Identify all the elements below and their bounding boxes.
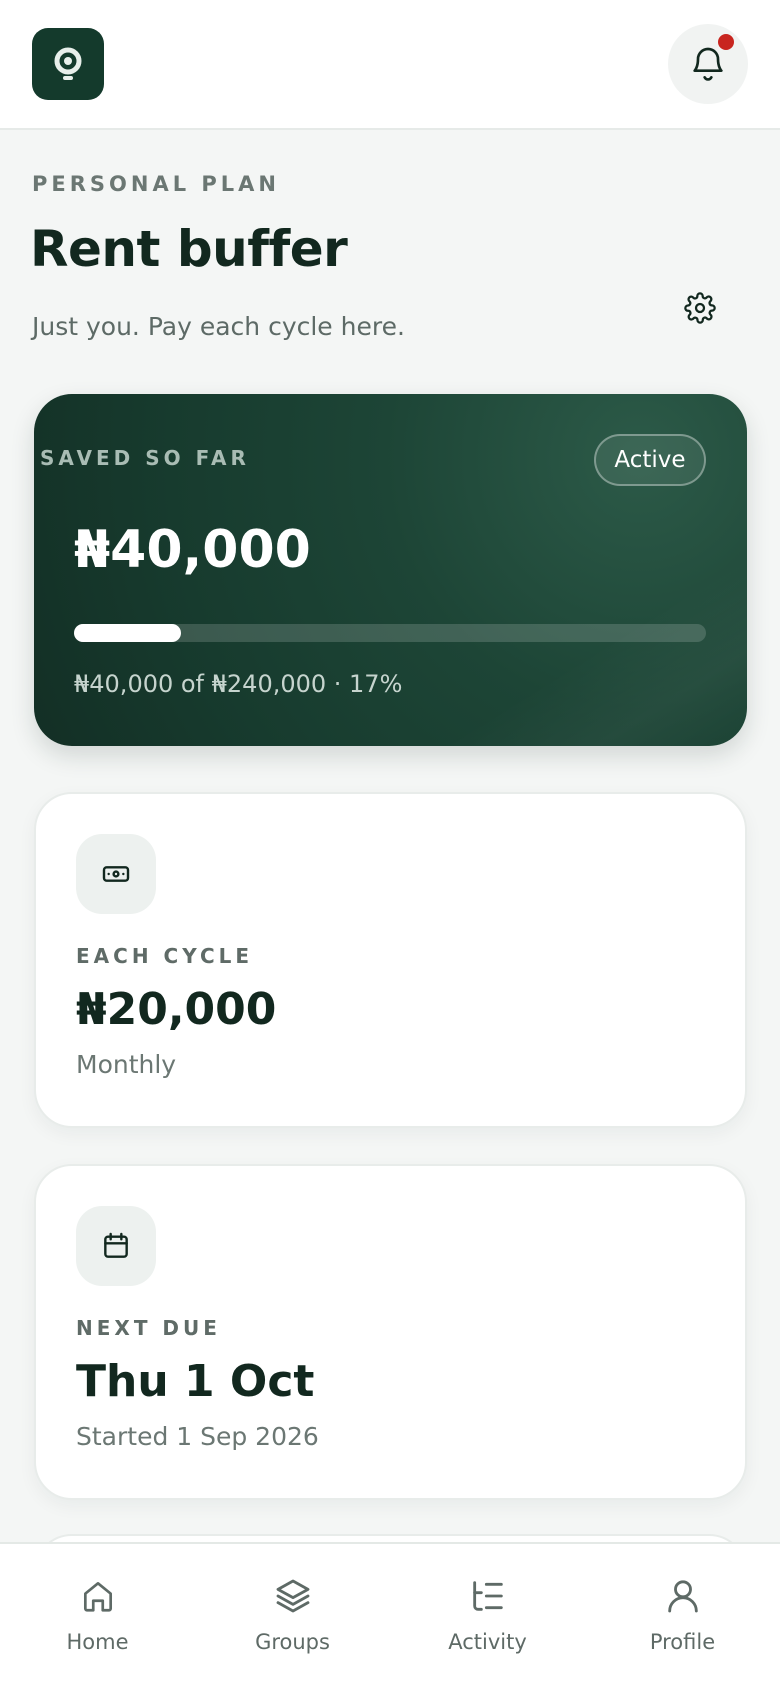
bottom-nav: Home Groups Activity Profile — [0, 1542, 780, 1688]
each-cycle-card[interactable]: EACH CYCLE ₦20,000 Monthly — [34, 792, 747, 1128]
nav-profile-label: Profile — [649, 1630, 716, 1654]
nav-profile[interactable]: Profile — [585, 1544, 780, 1688]
nav-activity-label: Activity — [448, 1630, 527, 1654]
cash-icon-badge — [76, 834, 156, 914]
home-icon — [83, 1581, 112, 1612]
plan-start-date: Started 1 Sep 2026 — [76, 1422, 319, 1451]
plan-eyebrow: PERSONAL PLAN — [32, 172, 281, 196]
nav-home-label: Home — [66, 1630, 129, 1654]
savings-progress-fill — [74, 624, 182, 642]
layers-icon — [276, 1579, 309, 1613]
each-cycle-label: EACH CYCLE — [76, 944, 254, 968]
page-subtitle: Just you. Pay each cycle here. — [32, 312, 405, 341]
activity-list-icon — [472, 1581, 503, 1611]
status-badge: Active — [594, 434, 706, 486]
gear-icon — [684, 292, 716, 324]
nav-home[interactable]: Home — [0, 1544, 195, 1688]
saved-amount: ₦40,000 — [74, 520, 311, 580]
app-logo[interactable] — [32, 28, 104, 100]
unread-dot — [718, 34, 734, 50]
each-cycle-amount: ₦20,000 — [76, 984, 277, 1035]
savings-progress-bar — [74, 624, 706, 642]
progress-text: ₦40,000 of ₦240,000 · 17% — [74, 670, 403, 698]
settings-button[interactable] — [682, 290, 718, 326]
next-due-date: Thu 1 Oct — [76, 1356, 315, 1407]
calendar-icon — [104, 1232, 128, 1258]
nav-groups[interactable]: Groups — [195, 1544, 390, 1688]
cycle-frequency: Monthly — [76, 1050, 177, 1079]
cash-icon — [102, 866, 130, 882]
next-due-label: NEXT DUE — [76, 1316, 221, 1340]
nav-activity[interactable]: Activity — [390, 1544, 585, 1688]
bell-icon — [693, 47, 723, 81]
next-due-card[interactable]: NEXT DUE Thu 1 Oct Started 1 Sep 2026 — [34, 1164, 747, 1500]
calendar-icon-badge — [76, 1206, 156, 1286]
saved-label: SAVED SO FAR — [40, 446, 250, 470]
user-icon — [667, 1580, 698, 1613]
app-logo-icon — [54, 47, 82, 80]
notifications-button[interactable] — [668, 24, 748, 104]
top-bar — [0, 0, 780, 130]
page-title: Rent buffer — [30, 220, 348, 278]
nav-groups-label: Groups — [255, 1630, 330, 1654]
